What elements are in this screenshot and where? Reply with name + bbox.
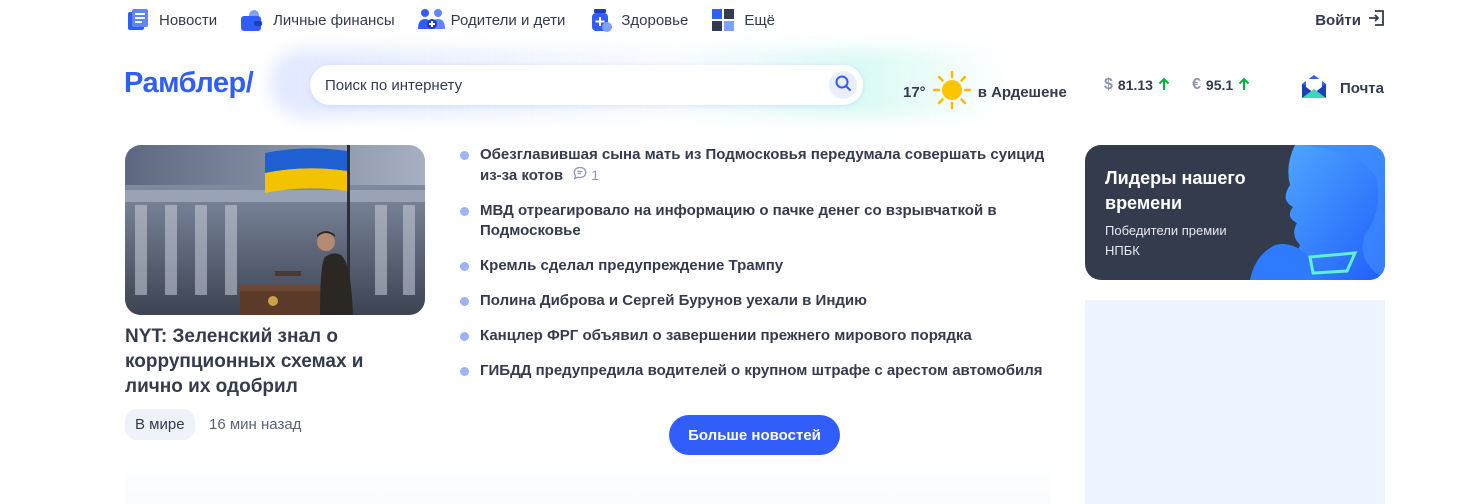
nav-item-label: Новости [159,11,218,29]
news-title: Кремль сделал предупреждение Трампу [480,257,784,274]
weather-temp: 17° [903,83,926,101]
medicine-icon [587,7,613,33]
background-fade [125,440,1050,504]
currency-usd[interactable]: $ 81.13 [1104,76,1170,94]
news-item[interactable]: Канцлер ФРГ объявил о завершении прежнег… [460,326,1050,346]
search-icon [834,74,852,97]
weather-widget[interactable]: 17° в Ардешене [903,70,1067,114]
news-item[interactable]: Обезглавившая сына мать из Подмосковья п… [460,145,1050,186]
nav-item-news[interactable]: Новости [125,7,217,33]
nav-item-more[interactable]: Ещё [710,7,775,33]
news-title: Канцлер ФРГ объявил о завершении прежнег… [480,327,972,344]
dollar-sign: $ [1104,76,1113,93]
newspaper-icon [125,7,151,33]
grid-icon [710,7,736,33]
top-navigation: Новости Личные финансы Родители и дети З… [125,0,775,40]
nav-item-label: Личные финансы [273,11,395,29]
login-label: Войти [1315,11,1361,29]
main-story-photo[interactable] [125,145,425,315]
euro-sign: € [1192,76,1201,93]
ad-placeholder [1085,300,1385,504]
more-news-button[interactable]: Больше новостей [669,415,840,455]
nav-item-health[interactable]: Здоровье [587,7,688,33]
currency-eur[interactable]: € 95.1 [1192,76,1250,94]
news-title: Обезглавившая сына мать из Подмосковья п… [480,146,1045,184]
mail-label: Почта [1340,79,1384,97]
promo-title: Лидеры нашего времени [1105,168,1246,213]
wallet-icon [239,7,265,33]
login-button[interactable]: Войти [1315,9,1385,31]
news-item[interactable]: Кремль сделал предупреждение Трампу [460,256,1050,276]
news-title: Полина Диброва и Сергей Бурунов уехали в… [480,292,867,309]
nav-item-label: Здоровье [621,11,689,29]
nav-item-label: Ещё [744,11,776,29]
arrow-up-icon [1158,77,1170,94]
news-item[interactable]: МВД отреагировало на информацию о пачке … [460,201,1050,241]
search-bar [310,65,863,105]
comment-icon [573,165,587,185]
news-title: МВД отреагировало на информацию о пачке … [480,202,997,239]
sun-icon [932,70,972,114]
arrow-up-icon [1238,77,1250,94]
mail-link[interactable]: Почта [1300,72,1384,104]
rambler-logo[interactable]: Рамблер/ [124,67,254,100]
promo-banner[interactable]: Лидеры нашего времени Победители премии … [1085,145,1385,280]
nav-item-finance[interactable]: Личные финансы [239,7,395,33]
currency-value: 81.13 [1117,77,1153,93]
weather-city: в Ардешене [977,83,1067,101]
news-list: Обезглавившая сына мать из Подмосковья п… [460,145,1050,396]
news-item[interactable]: Полина Диброва и Сергей Бурунов уехали в… [460,291,1050,311]
news-title: ГИБДД предупредила водителей о крупном ш… [480,362,1043,379]
nav-item-label: Родители и дети [450,11,566,29]
story-timestamp: 16 мин назад [209,416,302,433]
comments-counter[interactable]: 1 [573,165,599,185]
promo-subtitle: Победители премии НПБК [1105,223,1227,258]
family-icon [417,7,445,33]
currency-value: 95.1 [1205,77,1234,93]
category-tag[interactable]: В мире [125,409,195,440]
comments-count: 1 [591,167,600,183]
nav-item-parents[interactable]: Родители и дети [417,7,566,33]
login-icon [1367,9,1385,31]
search-button[interactable] [829,71,857,99]
mail-icon [1300,72,1328,104]
search-input[interactable] [325,76,805,94]
main-story-title[interactable]: NYT: Зеленский знал о коррупционных схем… [125,324,425,399]
news-item[interactable]: ГИБДД предупредила водителей о крупном ш… [460,361,1050,381]
